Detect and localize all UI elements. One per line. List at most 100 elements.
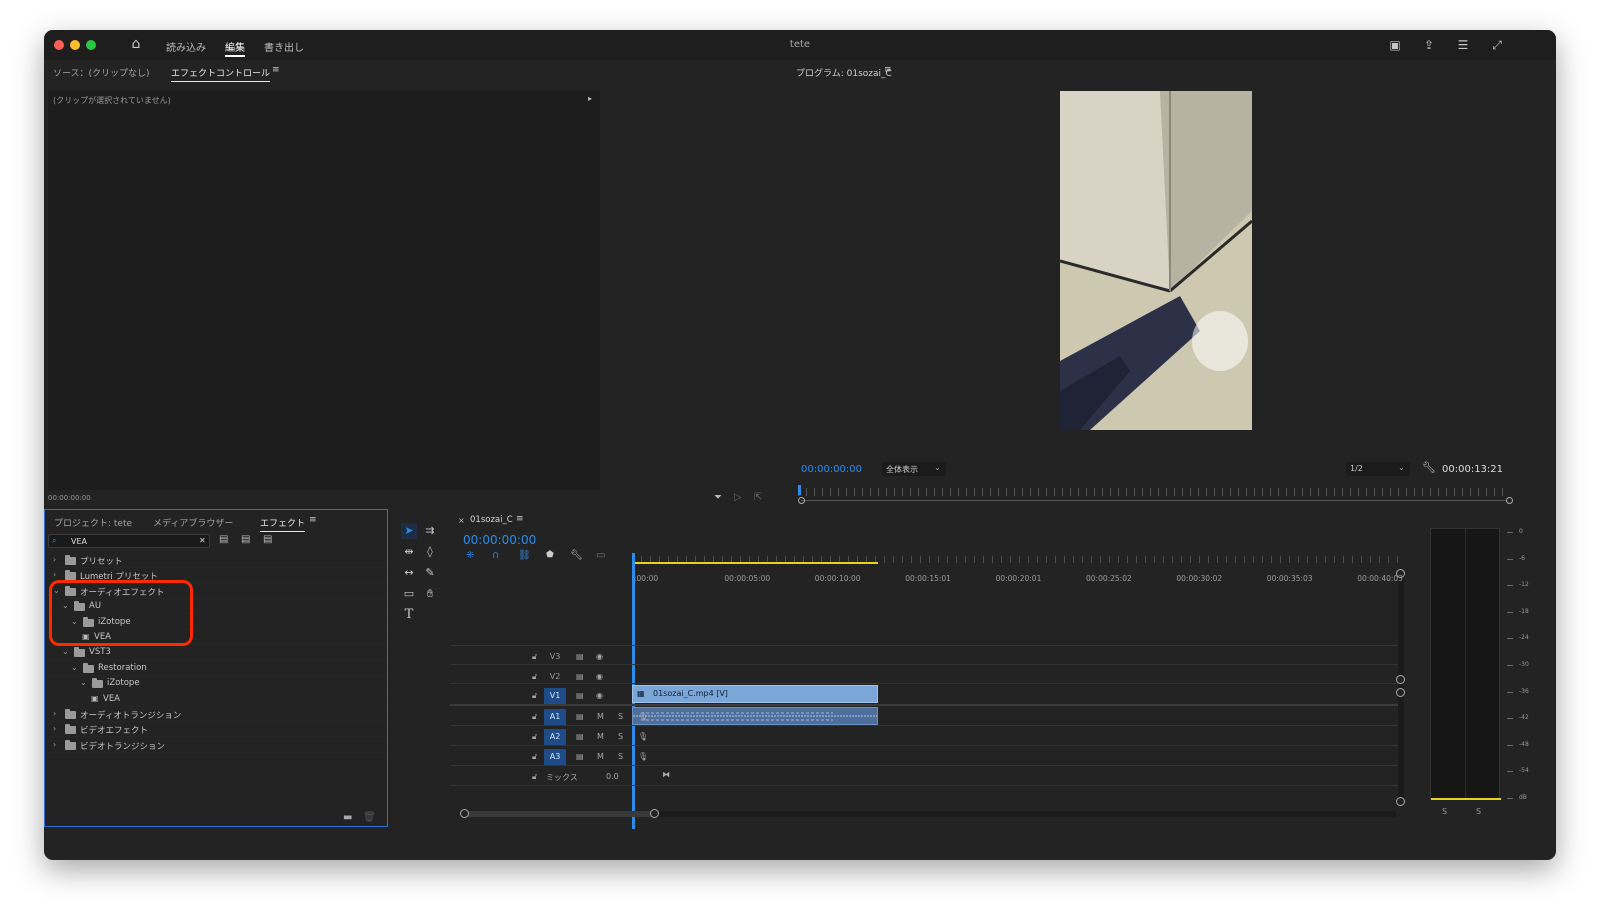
play-audio-icon[interactable]: ▷ (734, 492, 742, 503)
tab-effect-controls[interactable]: エフェクトコントロール (171, 66, 271, 82)
timeline-horizontal-scrollbar[interactable] (464, 811, 1396, 817)
track-target-toggle[interactable]: A3 (544, 749, 566, 765)
program-current-timecode[interactable]: 00:00:00:00 (801, 464, 862, 475)
fullscreen-icon[interactable]: ⤢ (1490, 38, 1504, 52)
program-timeline-ruler[interactable] (798, 488, 1510, 496)
rectangle-tool-icon[interactable]: ▭ (401, 586, 417, 602)
workspace-icon[interactable]: ▣ (1388, 38, 1402, 52)
mute-button[interactable]: M (597, 752, 604, 761)
delete-icon[interactable]: 🗑︎ (363, 812, 376, 823)
tab-effects[interactable]: エフェクト (260, 516, 306, 532)
program-zoom-bar[interactable] (801, 500, 1507, 501)
h-scroll-handle-left[interactable] (460, 809, 469, 818)
track-target-toggle[interactable]: V2 (544, 669, 566, 685)
wrench-icon[interactable]: 🔧︎ (1422, 461, 1436, 474)
zoom-select[interactable]: 全体表示 ⌄ (882, 462, 946, 476)
bowtie-icon[interactable]: ⧓ (662, 770, 670, 779)
yuv-effects-icon[interactable]: ▤ (263, 534, 272, 545)
tree-item[interactable]: ▣ VEA (47, 692, 387, 707)
captions-icon[interactable]: ▭ (596, 550, 605, 561)
microphone-icon[interactable]: 🎙︎ (638, 752, 648, 761)
meter-solo-left[interactable]: S (1442, 807, 1447, 816)
program-playhead[interactable] (798, 485, 801, 495)
track-target-toggle[interactable]: V1 (544, 688, 566, 704)
tree-item[interactable]: › ビデオトランジション (47, 738, 387, 753)
tree-item[interactable]: › プリセット (47, 553, 387, 568)
sync-lock-icon[interactable]: ▤ (576, 652, 584, 661)
chevron-down-icon[interactable]: ⌄ (80, 678, 87, 687)
share-icon[interactable]: ⇪ (1422, 38, 1436, 52)
sync-lock-icon[interactable]: ▤ (576, 732, 584, 741)
close-sequence-icon[interactable]: × (458, 516, 465, 525)
solo-button[interactable]: S (618, 752, 623, 761)
h-scroll-handle-right[interactable] (650, 809, 659, 818)
sync-lock-icon[interactable]: ▤ (576, 672, 584, 681)
tree-item[interactable]: ⌄ Restoration (47, 661, 387, 676)
slip-tool-icon[interactable]: ↔ (401, 565, 417, 581)
eye-icon[interactable]: ◉ (596, 672, 603, 681)
lock-icon[interactable]: 🔓︎ (532, 732, 537, 742)
workspaces-menu-icon[interactable]: ☰ (1456, 38, 1470, 52)
sync-lock-icon[interactable]: ▤ (576, 752, 584, 761)
sync-lock-icon[interactable]: ▤ (576, 691, 584, 700)
type-tool-icon[interactable]: T (401, 607, 417, 623)
tree-item[interactable]: › ビデオエフェクト (47, 722, 387, 738)
program-monitor-title[interactable]: プログラム: 01sozai_C (796, 66, 892, 79)
timeline-settings-icon[interactable]: 🔧︎ (570, 550, 583, 561)
meter-solo-right[interactable]: S (1476, 807, 1481, 816)
lock-icon[interactable]: 🔓︎ (532, 752, 537, 762)
razor-tool-icon[interactable]: ◊ (422, 544, 438, 560)
nest-icon[interactable]: ⁜ (466, 550, 474, 561)
new-bin-icon[interactable]: ▬ (343, 812, 352, 823)
tree-item[interactable]: ⌄ VST3 (47, 645, 387, 661)
export-frame-icon[interactable]: ⇱ (754, 492, 762, 503)
tab-media-browser[interactable]: メディアブラウザー (153, 516, 233, 529)
clear-search-icon[interactable]: ✕ (199, 536, 206, 545)
effects-menu-icon[interactable]: ≡ (309, 515, 317, 525)
chevron-right-icon[interactable]: › (53, 724, 56, 733)
chevron-right-icon[interactable]: › (53, 555, 56, 564)
eye-icon[interactable]: ◉ (596, 652, 603, 661)
mute-button[interactable]: M (597, 712, 604, 721)
chevron-right-icon[interactable]: › (53, 709, 56, 718)
v-scroll-handle-mid2[interactable] (1396, 688, 1405, 697)
linked-selection-icon[interactable]: ⛓︎ (518, 550, 531, 561)
tab-project[interactable]: プロジェクト: tete (54, 516, 132, 529)
chevron-down-icon[interactable]: ⌄ (71, 663, 78, 672)
lock-icon[interactable]: 🔓︎ (532, 672, 537, 682)
track-target-toggle[interactable]: A2 (544, 729, 566, 745)
program-menu-icon[interactable]: ≡ (884, 65, 892, 75)
tree-item[interactable]: › オーディオトランジション (47, 707, 387, 722)
resolution-select[interactable]: 1/2 ⌄ (1346, 462, 1410, 476)
lock-icon[interactable]: 🔓︎ (532, 691, 537, 701)
32bit-effects-icon[interactable]: ▤ (241, 534, 250, 545)
program-video-frame[interactable] (1060, 91, 1252, 430)
lock-icon[interactable]: 🔓︎ (532, 712, 537, 722)
accelerated-effects-icon[interactable]: ▤ (219, 534, 228, 545)
microphone-icon[interactable]: 🎙︎ (638, 712, 648, 721)
track-target-toggle[interactable]: A1 (544, 709, 566, 725)
solo-button[interactable]: S (618, 712, 623, 721)
chevron-down-icon[interactable]: ⌄ (62, 647, 69, 656)
panel-menu-icon[interactable]: ≡ (272, 65, 280, 75)
add-marker-icon[interactable]: ⬟ (546, 550, 554, 560)
hand-tool-icon[interactable]: ✋︎ (422, 586, 438, 602)
effects-search-input[interactable]: ⌕ VEA ✕ (48, 534, 210, 548)
timeline-ruler[interactable] (632, 549, 1398, 563)
eye-icon[interactable]: ◉ (596, 691, 603, 700)
v-scroll-handle-bottom[interactable] (1396, 797, 1405, 806)
v-scroll-handle-mid1[interactable] (1396, 675, 1405, 684)
mix-value[interactable]: 0.0 (606, 772, 619, 781)
microphone-icon[interactable]: 🎙︎ (638, 732, 648, 741)
chevron-right-icon[interactable]: › (53, 740, 56, 749)
expand-triangle-icon[interactable]: ▸ (588, 94, 592, 103)
sequence-menu-icon[interactable]: ≡ (516, 514, 524, 524)
lock-icon[interactable]: 🔓︎ (532, 772, 537, 782)
snap-icon[interactable]: ∩ (492, 550, 499, 561)
zoom-bar-handle-right[interactable] (1506, 497, 1513, 504)
sync-lock-icon[interactable]: ▤ (576, 712, 584, 721)
tab-source[interactable]: ソース：(クリップなし) (53, 66, 150, 79)
ripple-edit-tool-icon[interactable]: ⇹ (401, 544, 417, 560)
chevron-right-icon[interactable]: › (53, 570, 56, 579)
work-area-bar[interactable] (632, 562, 878, 564)
